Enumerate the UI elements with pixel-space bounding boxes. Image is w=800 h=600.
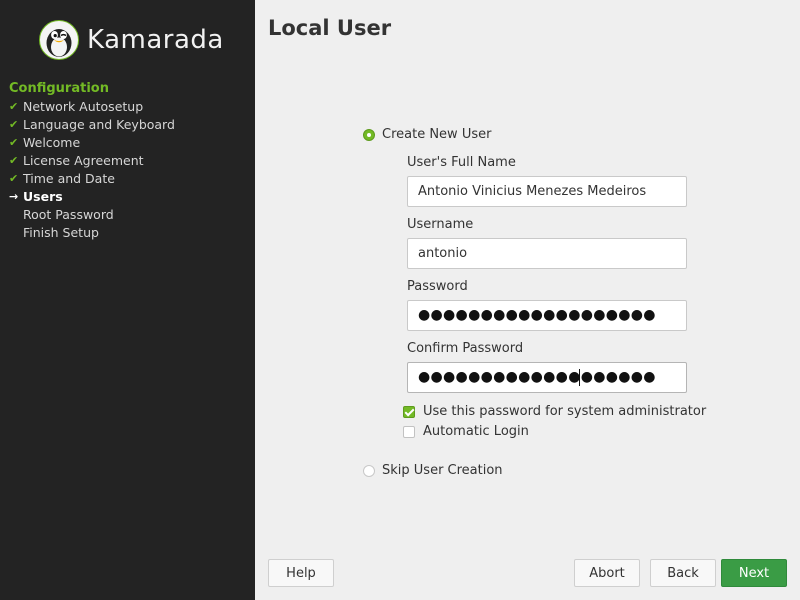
penguin-logo-icon bbox=[39, 20, 79, 60]
sidebar-step: → Users bbox=[9, 188, 175, 206]
sidebar-step-label: Welcome bbox=[23, 135, 81, 150]
sidebar-step: ✔ Network Autosetup bbox=[9, 98, 175, 116]
next-button[interactable]: Next bbox=[721, 559, 787, 587]
checkmark-icon: ✔ bbox=[9, 154, 19, 167]
sidebar-step: ✔ Welcome bbox=[9, 134, 175, 152]
checkmark-icon: ✔ bbox=[9, 100, 19, 113]
sidebar-step-label: Network Autosetup bbox=[23, 99, 144, 114]
skip-user-creation-label: Skip User Creation bbox=[382, 463, 503, 478]
admin-password-label: Use this password for system administrat… bbox=[423, 404, 707, 419]
steps-list: ✔ Network Autosetup ✔ Language and Keyboard… bbox=[9, 98, 175, 242]
steps-title: Configuration bbox=[9, 81, 109, 96]
sidebar-step: ✔ Time and Date bbox=[9, 170, 175, 188]
auto-login-label: Automatic Login bbox=[423, 424, 529, 439]
admin-password-option[interactable]: Use this password for system administrat… bbox=[403, 404, 706, 419]
back-button[interactable]: Back bbox=[650, 559, 716, 587]
auto-login-checkbox[interactable] bbox=[403, 425, 415, 438]
checkmark-icon: ✔ bbox=[9, 136, 19, 149]
admin-password-checkbox[interactable] bbox=[403, 405, 415, 418]
brand-name: Kamarada bbox=[87, 25, 224, 55]
sidebar-step: Finish Setup bbox=[9, 224, 175, 242]
sidebar-step-label: License Agreement bbox=[23, 153, 144, 168]
username-input[interactable] bbox=[407, 238, 687, 269]
username-label: Username bbox=[407, 217, 474, 232]
sidebar-step-label: Finish Setup bbox=[23, 225, 99, 240]
sidebar-step-label: Root Password bbox=[23, 207, 114, 222]
page-title: Local User bbox=[268, 16, 392, 40]
password-label: Password bbox=[407, 279, 468, 294]
password-input[interactable] bbox=[407, 300, 687, 331]
skip-user-creation-radio[interactable] bbox=[363, 464, 375, 477]
sidebar-step: ✔ License Agreement bbox=[9, 152, 175, 170]
sidebar: Kamarada Configuration ✔ Network Autosetu… bbox=[0, 0, 255, 600]
abort-button[interactable]: Abort bbox=[574, 559, 640, 587]
sidebar-step-label: Language and Keyboard bbox=[23, 117, 175, 132]
sidebar-step-label: Time and Date bbox=[23, 171, 115, 186]
help-button[interactable]: Help bbox=[268, 559, 334, 587]
auto-login-option[interactable]: Automatic Login bbox=[403, 424, 529, 439]
skip-user-creation-option[interactable]: Skip User Creation bbox=[363, 463, 503, 478]
create-new-user-option[interactable]: Create New User bbox=[363, 127, 491, 142]
confirm-password-input[interactable] bbox=[407, 362, 687, 393]
confirm-password-label: Confirm Password bbox=[407, 341, 524, 356]
full-name-input[interactable] bbox=[407, 176, 687, 207]
checkmark-icon: ✔ bbox=[9, 118, 19, 131]
create-new-user-radio[interactable] bbox=[363, 128, 375, 141]
create-new-user-label: Create New User bbox=[382, 127, 492, 142]
checkmark-icon: ✔ bbox=[9, 172, 19, 185]
full-name-label: User's Full Name bbox=[407, 155, 516, 170]
sidebar-step: Root Password bbox=[9, 206, 175, 224]
sidebar-step: ✔ Language and Keyboard bbox=[9, 116, 175, 134]
arrow-right-icon: → bbox=[9, 190, 19, 203]
sidebar-step-label: Users bbox=[23, 189, 63, 204]
text-caret bbox=[579, 369, 580, 386]
brand: Kamarada bbox=[39, 19, 224, 61]
